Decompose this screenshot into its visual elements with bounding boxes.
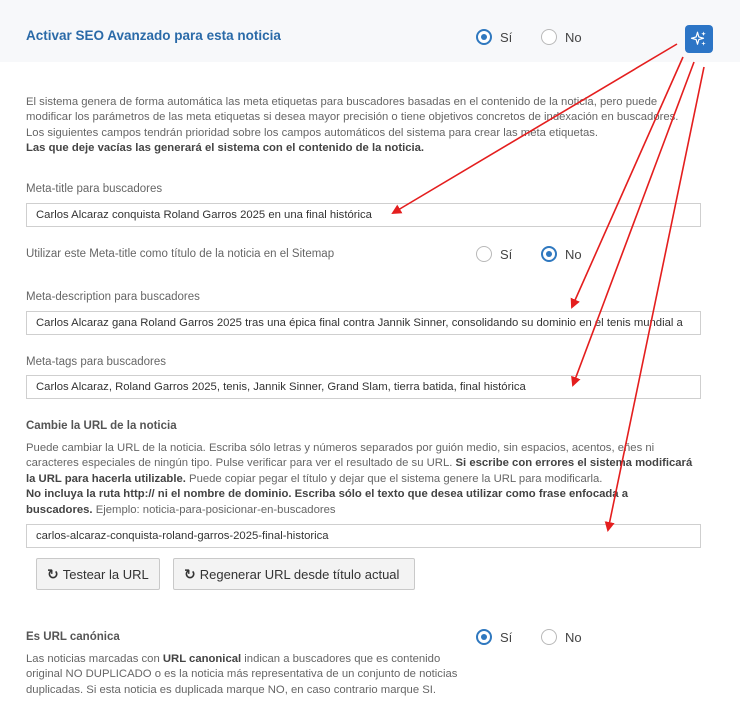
- seo-no-radio[interactable]: [541, 29, 557, 45]
- url-section-description: Puede cambiar la URL de la noticia. Escr…: [26, 442, 693, 516]
- sitemap-toggle-label: Utilizar este Meta-title como título de …: [26, 248, 335, 260]
- canonical-no-option[interactable]: No: [541, 629, 582, 645]
- sitemap-no-option[interactable]: No: [541, 246, 582, 262]
- refresh-icon: ↻: [47, 565, 59, 582]
- sparkles-icon: [690, 31, 706, 46]
- seo-intro-description: El sistema genera de forma automática la…: [26, 96, 679, 155]
- canonical-description: Las noticias marcadas con URL canonical …: [26, 653, 458, 696]
- canonical-yes-label: Sí: [500, 629, 513, 645]
- url-section-title: Cambie la URL de la noticia: [26, 420, 177, 432]
- meta-description-label: Meta-description para buscadores: [26, 291, 200, 303]
- url-input[interactable]: carlos-alcaraz-conquista-roland-garros-2…: [26, 524, 701, 548]
- canonical-yes-radio[interactable]: [476, 629, 492, 645]
- seo-yes-radio[interactable]: [476, 29, 492, 45]
- sitemap-yes-option[interactable]: Sí: [476, 246, 512, 262]
- seo-yes-option[interactable]: Sí: [476, 29, 512, 45]
- sitemap-yes-label: Sí: [500, 246, 513, 262]
- sitemap-no-label: No: [565, 246, 582, 262]
- test-url-button[interactable]: ↻ Testear la URL: [36, 558, 160, 590]
- canonical-no-radio[interactable]: [541, 629, 557, 645]
- seo-no-label: No: [565, 29, 582, 45]
- canonical-yes-option[interactable]: Sí: [476, 629, 512, 645]
- sitemap-yes-radio[interactable]: [476, 246, 492, 262]
- meta-description-input[interactable]: Carlos Alcaraz gana Roland Garros 2025 t…: [26, 311, 701, 335]
- regenerate-url-button[interactable]: ↻ Regenerar URL desde título actual: [173, 558, 415, 590]
- canonical-no-label: No: [565, 629, 582, 645]
- seo-no-option[interactable]: No: [541, 29, 582, 45]
- sitemap-no-radio[interactable]: [541, 246, 557, 262]
- refresh-icon: ↻: [184, 565, 196, 582]
- meta-tags-label: Meta-tags para buscadores: [26, 356, 166, 368]
- canonical-title: Es URL canónica: [26, 631, 120, 643]
- meta-title-label: Meta-title para buscadores: [26, 183, 163, 195]
- seo-section-title: Activar SEO Avanzado para esta noticia: [26, 28, 281, 43]
- ai-generate-button[interactable]: [685, 25, 713, 53]
- meta-tags-input[interactable]: Carlos Alcaraz, Roland Garros 2025, teni…: [26, 375, 701, 399]
- meta-title-input[interactable]: Carlos Alcaraz conquista Roland Garros 2…: [26, 203, 701, 227]
- seo-yes-label: Sí: [500, 29, 513, 45]
